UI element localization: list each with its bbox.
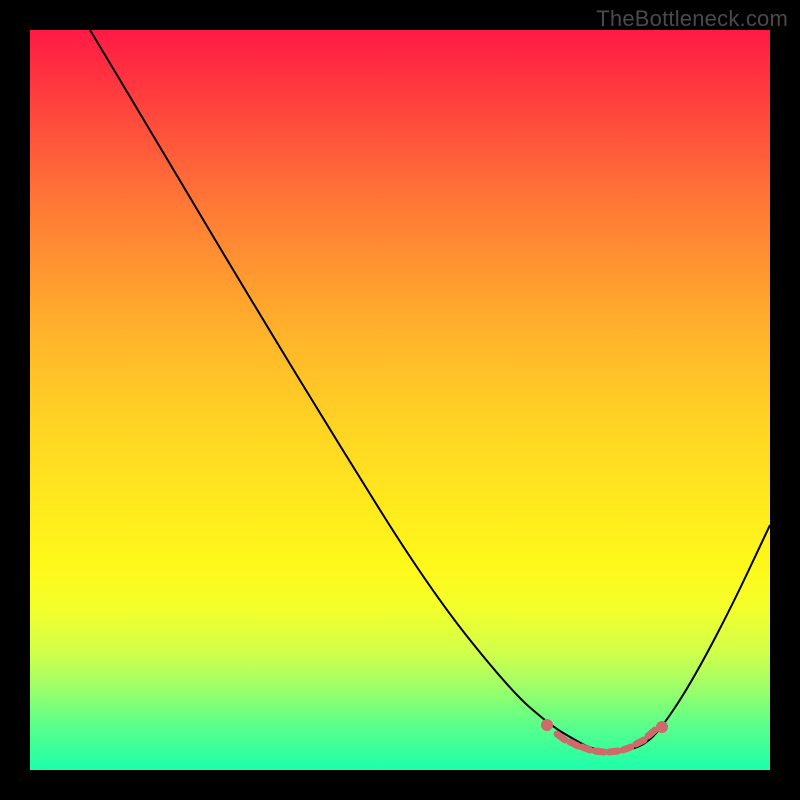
marker-dash	[595, 751, 604, 752]
curve-svg	[30, 30, 770, 770]
plot-area	[30, 30, 770, 770]
marker-dash	[557, 734, 565, 740]
marker-dash	[570, 742, 578, 746]
marker-dash	[636, 740, 644, 744]
marker-dash	[582, 747, 590, 750]
watermark-text: TheBottleneck.com	[596, 6, 788, 32]
marker-dot	[541, 719, 553, 731]
chart-frame: TheBottleneck.com	[0, 0, 800, 800]
bottleneck-curve	[90, 30, 770, 751]
marker-dash	[609, 751, 618, 752]
marker-dash	[623, 747, 631, 750]
marker-dash	[648, 730, 655, 736]
trough-markers	[541, 719, 668, 752]
